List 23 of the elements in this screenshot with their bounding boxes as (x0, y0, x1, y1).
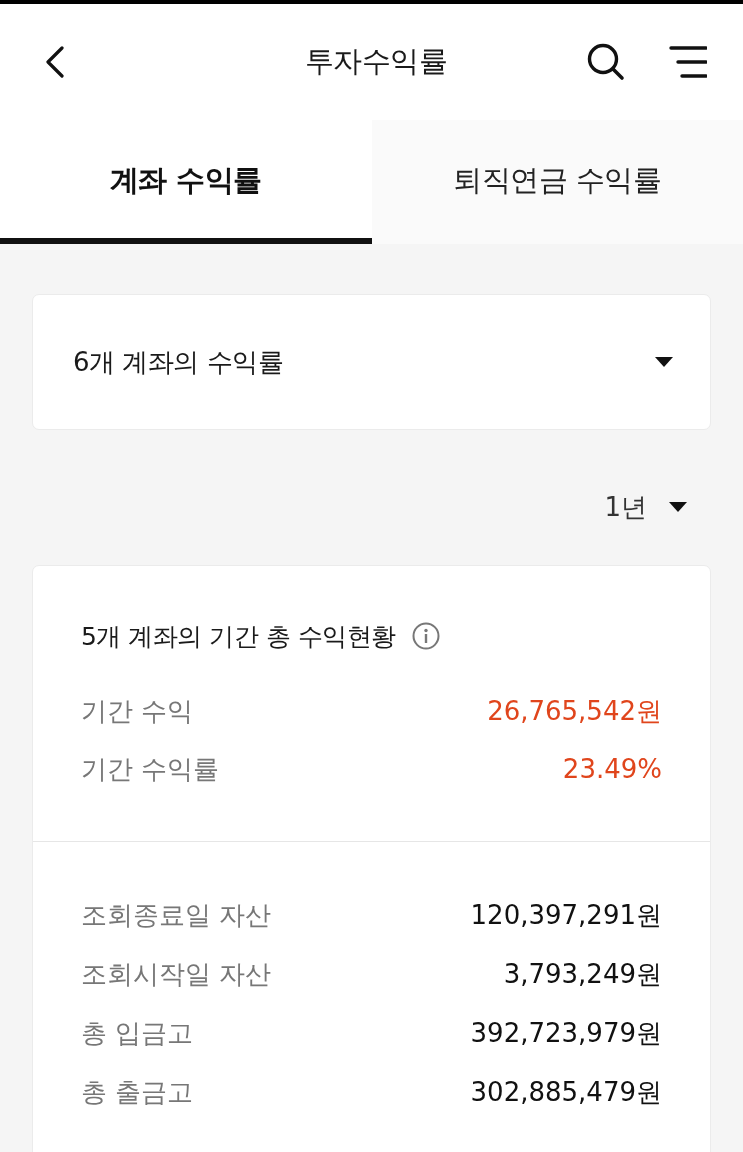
caret-down-icon (655, 357, 673, 367)
caret-down-icon (669, 502, 687, 512)
card-title: 5개 계좌의 기간 총 수익현황 (81, 620, 396, 653)
row-label: 총 출금고 (81, 1075, 194, 1109)
row-value: 26,765,542원 (487, 694, 662, 728)
row-label: 기간 수익률 (81, 752, 220, 786)
info-icon[interactable] (411, 622, 440, 650)
row-value: 302,885,479원 (470, 1075, 662, 1109)
row-value: 3,793,249원 (503, 957, 662, 991)
back-icon[interactable] (45, 46, 65, 78)
row-label: 조회시작일 자산 (81, 957, 272, 991)
row-label: 총 입금고 (81, 1016, 194, 1050)
period-dropdown[interactable]: 1년 (604, 489, 687, 525)
row-value: 392,723,979원 (470, 1016, 662, 1050)
row-value: 120,397,291원 (470, 898, 662, 932)
row-value: 23.49% (562, 754, 662, 784)
menu-icon[interactable] (669, 45, 707, 79)
tab[interactable]: 퇴직연금 수익률 (371, 120, 743, 244)
row-label: 기간 수익 (81, 694, 194, 728)
account-dropdown[interactable]: 6개 계좌의 수익률 (32, 294, 711, 430)
search-icon[interactable] (587, 43, 625, 81)
row-label: 조회종료일 자산 (81, 898, 272, 932)
page-title: 투자수익률 (304, 43, 448, 80)
